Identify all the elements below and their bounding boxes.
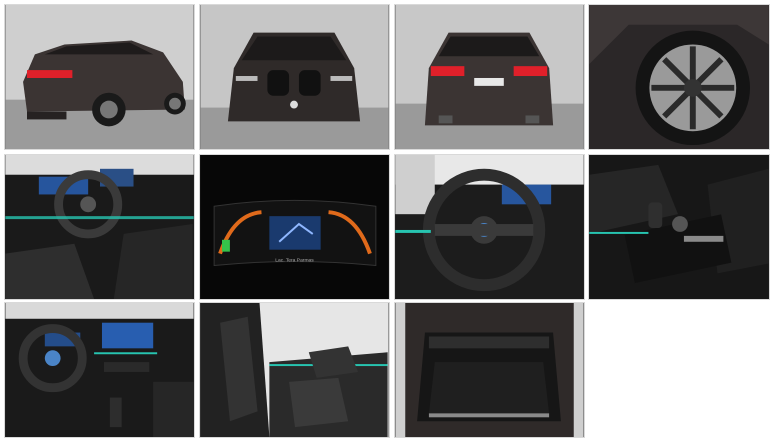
photo-wheel[interactable] [588,4,770,150]
steering-wheel-image [395,155,584,299]
photo-dashboard[interactable] [4,302,195,438]
dashboard-image [5,303,194,437]
car-rear-image [395,5,584,149]
interior-cockpit-image [5,155,194,299]
cluster-location-text: Lac. Tera Parmas [275,258,314,264]
wheel-image [589,5,769,149]
photo-interior-cockpit[interactable] [4,154,195,300]
center-console-image [589,155,769,299]
front-seats-image [200,303,389,437]
photo-front[interactable] [199,4,390,150]
photo-center-console[interactable] [588,154,770,300]
photo-steering-wheel[interactable] [394,154,585,300]
photo-trunk[interactable] [394,302,585,438]
photo-instrument-cluster[interactable]: Lac. Tera Parmas [199,154,390,300]
photo-rear[interactable] [394,4,585,150]
photo-front-seats[interactable] [199,302,390,438]
photo-gallery: Lac. Tera Parmas [4,4,770,438]
instrument-cluster-image: Lac. Tera Parmas [200,155,389,299]
car-rear-three-quarter-image [5,5,194,149]
car-front-image [200,5,389,149]
trunk-image [395,303,584,437]
photo-rear-three-quarter[interactable] [4,4,195,150]
